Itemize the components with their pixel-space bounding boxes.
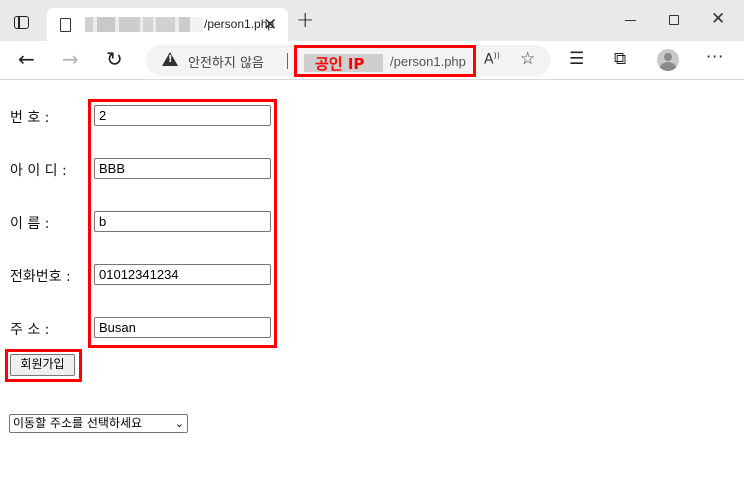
arrow-left-icon[interactable]: ←: [18, 49, 35, 69]
arrow-right-icon[interactable]: →: [62, 49, 79, 69]
plus-icon[interactable]: +: [296, 8, 314, 33]
host-label: 공인 IP: [315, 55, 365, 73]
minimize-icon[interactable]: [625, 20, 636, 21]
signup-button[interactable]: 회원가입: [10, 354, 75, 376]
address-bar[interactable]: 안전하지 않음 공인 IP /person1.php A)) ☆: [146, 45, 551, 77]
maximize-icon[interactable]: [669, 15, 679, 25]
warning-icon[interactable]: [162, 52, 178, 66]
collections-icon[interactable]: ⧉: [614, 50, 626, 68]
star-plus-icon[interactable]: ☆: [520, 49, 535, 69]
field-label-address: 주 소 :: [10, 322, 50, 338]
field-label-number: 번 호 :: [10, 110, 50, 126]
url-path[interactable]: /person1.php: [390, 54, 466, 69]
tab-active[interactable]: /person1.php ✕: [47, 8, 288, 41]
close-icon[interactable]: ✕: [263, 15, 277, 35]
field-label-id: 아 이 디 :: [10, 163, 67, 179]
select-value: 이동할 주소를 선택하세요: [13, 416, 143, 430]
security-label[interactable]: 안전하지 않음: [188, 52, 264, 71]
page-icon: [60, 18, 71, 32]
profile-icon[interactable]: [657, 49, 679, 71]
page-content: 번 호 : 아 이 디 : 이 름 : 전화번호 : 주 소 : 회원가입 이동…: [0, 81, 744, 484]
destination-select[interactable]: 이동할 주소를 선택하세요 ⌄: [9, 414, 188, 433]
fields-highlight-box: [88, 99, 277, 348]
refresh-icon[interactable]: ↻: [106, 49, 123, 69]
read-aloud-icon[interactable]: A)): [484, 51, 500, 68]
chevron-down-icon: ⌄: [174, 417, 184, 430]
navigation-bar: ← → ↻ 안전하지 않음 공인 IP /person1.php A)) ☆ ☰…: [0, 41, 744, 80]
field-label-phone: 전화번호 :: [10, 269, 71, 285]
tab-bar: /person1.php ✕ + ✕: [0, 0, 744, 41]
tab-title-blurred: [85, 17, 203, 32]
tab-list-icon[interactable]: [14, 16, 29, 29]
window-close-icon[interactable]: ✕: [711, 9, 725, 29]
more-icon[interactable]: ···: [706, 48, 724, 66]
field-label-name: 이 름 :: [10, 216, 50, 232]
address-separator: [287, 53, 288, 69]
favorites-icon[interactable]: ☰: [569, 50, 584, 68]
url-highlight-box: 공인 IP /person1.php: [294, 45, 476, 77]
